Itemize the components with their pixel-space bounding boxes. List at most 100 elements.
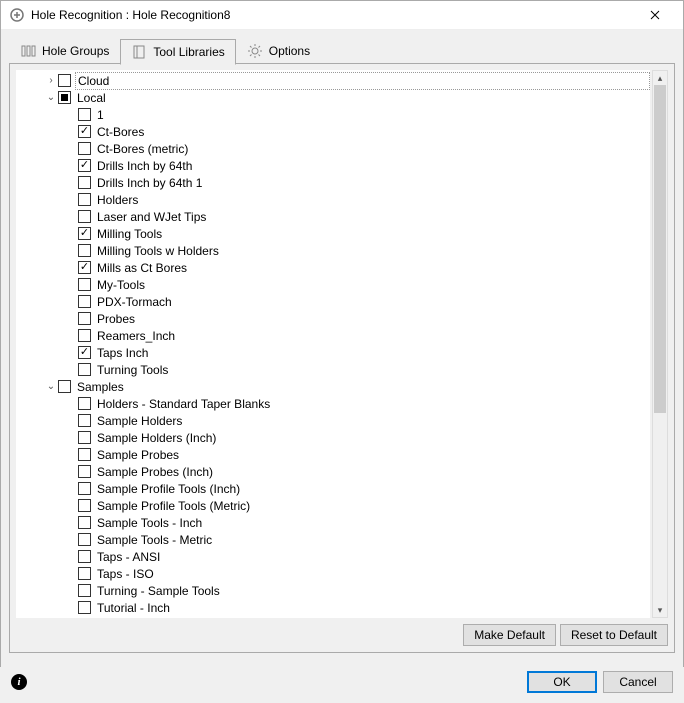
- scroll-thumb[interactable]: [654, 85, 666, 413]
- tree-row[interactable]: Tutorial - Inch: [16, 599, 650, 616]
- tree-row[interactable]: Sample Profile Tools (Inch): [16, 480, 650, 497]
- tree-checkbox[interactable]: [78, 193, 91, 206]
- tree-row[interactable]: 1: [16, 106, 650, 123]
- make-default-button[interactable]: Make Default: [463, 624, 556, 646]
- tree-checkbox[interactable]: [78, 329, 91, 342]
- tree-row[interactable]: Sample Tools - Metric: [16, 531, 650, 548]
- tree-row[interactable]: Mills as Ct Bores: [16, 259, 650, 276]
- tree-checkbox[interactable]: [58, 74, 71, 87]
- tree-row[interactable]: My-Tools: [16, 276, 650, 293]
- tree-checkbox[interactable]: [78, 533, 91, 546]
- tree-row[interactable]: Reamers_Inch: [16, 327, 650, 344]
- tree-checkbox[interactable]: [78, 346, 91, 359]
- tree-checkbox[interactable]: [78, 465, 91, 478]
- tree-checkbox[interactable]: [78, 448, 91, 461]
- tree-checkbox[interactable]: [78, 142, 91, 155]
- tree-checkbox[interactable]: [78, 176, 91, 189]
- tree-checkbox[interactable]: [78, 550, 91, 563]
- window-title: Hole Recognition : Hole Recognition8: [31, 8, 635, 22]
- tool-libraries-panel: ›Cloud⌄Local1Ct-BoresCt-Bores (metric)Dr…: [9, 63, 675, 653]
- collapse-toggle[interactable]: ⌄: [44, 91, 58, 105]
- tree-row[interactable]: ⌄Samples: [16, 378, 650, 395]
- tree-item-label: Sample Holders: [95, 413, 650, 429]
- expand-toggle[interactable]: ›: [44, 74, 58, 88]
- tree-checkbox[interactable]: [78, 414, 91, 427]
- dialog-window: Hole Recognition : Hole Recognition8 Hol…: [0, 0, 684, 667]
- tree-checkbox[interactable]: [78, 567, 91, 580]
- tree-item-label: Milling Tools: [95, 226, 650, 242]
- tree-checkbox[interactable]: [78, 363, 91, 376]
- tree-checkbox[interactable]: [78, 227, 91, 240]
- tree-checkbox[interactable]: [78, 601, 91, 614]
- tab-tool-libraries[interactable]: Tool Libraries: [120, 39, 235, 65]
- tree-checkbox[interactable]: [78, 584, 91, 597]
- tree-row[interactable]: Holders - Standard Taper Blanks: [16, 395, 650, 412]
- panel-button-row: Make Default Reset to Default: [16, 618, 668, 646]
- cancel-button[interactable]: Cancel: [603, 671, 673, 693]
- tree-item-label: Laser and WJet Tips: [95, 209, 650, 225]
- tree-row[interactable]: Taps - ANSI: [16, 548, 650, 565]
- tree-checkbox[interactable]: [58, 380, 71, 393]
- tree-row[interactable]: Probes: [16, 310, 650, 327]
- tree-row[interactable]: Milling Tools w Holders: [16, 242, 650, 259]
- tool-libraries-icon: [131, 44, 147, 60]
- tree-row[interactable]: ⌄Local: [16, 89, 650, 106]
- tree-row[interactable]: Laser and WJet Tips: [16, 208, 650, 225]
- tree-checkbox[interactable]: [78, 210, 91, 223]
- tree-checkbox[interactable]: [78, 125, 91, 138]
- tree-checkbox[interactable]: [78, 312, 91, 325]
- tree-row[interactable]: Taps - ISO: [16, 565, 650, 582]
- tree-checkbox[interactable]: [78, 431, 91, 444]
- tree-checkbox[interactable]: [78, 261, 91, 274]
- tree-item-label: Sample Probes: [95, 447, 650, 463]
- close-button[interactable]: [635, 1, 675, 29]
- info-icon[interactable]: i: [11, 674, 27, 690]
- tree-checkbox[interactable]: [78, 499, 91, 512]
- tree-checkbox[interactable]: [78, 278, 91, 291]
- collapse-toggle[interactable]: ⌄: [44, 380, 58, 394]
- tree-row[interactable]: Taps Inch: [16, 344, 650, 361]
- tree-item-label: Holders: [95, 192, 650, 208]
- tree-item-label: Turning Tools: [95, 362, 650, 378]
- tree-checkbox[interactable]: [78, 482, 91, 495]
- tree-checkbox[interactable]: [78, 397, 91, 410]
- tree-row[interactable]: Ct-Bores (metric): [16, 140, 650, 157]
- tree-row[interactable]: Holders: [16, 191, 650, 208]
- reset-to-default-button[interactable]: Reset to Default: [560, 624, 668, 646]
- tab-options[interactable]: Options: [236, 38, 321, 64]
- tree-checkbox[interactable]: [78, 516, 91, 529]
- tree-row[interactable]: Turning Tools: [16, 361, 650, 378]
- tree-item-label: Probes: [95, 311, 650, 327]
- tree-row[interactable]: Milling Tools: [16, 225, 650, 242]
- tree-item-label: Sample Tools - Metric: [95, 532, 650, 548]
- tree-checkbox[interactable]: [78, 295, 91, 308]
- tree-checkbox[interactable]: [78, 108, 91, 121]
- tree-item-label: Ct-Bores (metric): [95, 141, 650, 157]
- tree-row[interactable]: Sample Profile Tools (Metric): [16, 497, 650, 514]
- tree-row[interactable]: Sample Holders: [16, 412, 650, 429]
- tree-row[interactable]: PDX-Tormach: [16, 293, 650, 310]
- tab-hole-groups[interactable]: Hole Groups: [9, 38, 120, 64]
- tree-checkbox[interactable]: [78, 244, 91, 257]
- tree-row[interactable]: Ct-Bores: [16, 123, 650, 140]
- dialog-footer: i OK Cancel: [1, 661, 683, 703]
- tree-checkbox[interactable]: [58, 91, 71, 104]
- tab-label: Hole Groups: [42, 44, 109, 58]
- tree-row[interactable]: ›Cloud: [16, 72, 650, 89]
- tree-row[interactable]: Drills Inch by 64th: [16, 157, 650, 174]
- library-tree[interactable]: ›Cloud⌄Local1Ct-BoresCt-Bores (metric)Dr…: [16, 70, 650, 618]
- ok-button[interactable]: OK: [527, 671, 597, 693]
- scroll-down-arrow[interactable]: ▾: [653, 603, 667, 617]
- tree-checkbox[interactable]: [78, 159, 91, 172]
- tree-row[interactable]: Sample Probes: [16, 446, 650, 463]
- tree-row[interactable]: Sample Tools - Inch: [16, 514, 650, 531]
- tree-item-label: Taps Inch: [95, 345, 650, 361]
- tree-row[interactable]: Drills Inch by 64th 1: [16, 174, 650, 191]
- dialog-body: Hole Groups Tool Libraries Options ›Clou…: [1, 30, 683, 661]
- vertical-scrollbar[interactable]: ▴ ▾: [652, 70, 668, 618]
- tree-row[interactable]: Sample Probes (Inch): [16, 463, 650, 480]
- scroll-up-arrow[interactable]: ▴: [653, 71, 667, 85]
- options-icon: [247, 43, 263, 59]
- tree-row[interactable]: Sample Holders (Inch): [16, 429, 650, 446]
- tree-row[interactable]: Turning - Sample Tools: [16, 582, 650, 599]
